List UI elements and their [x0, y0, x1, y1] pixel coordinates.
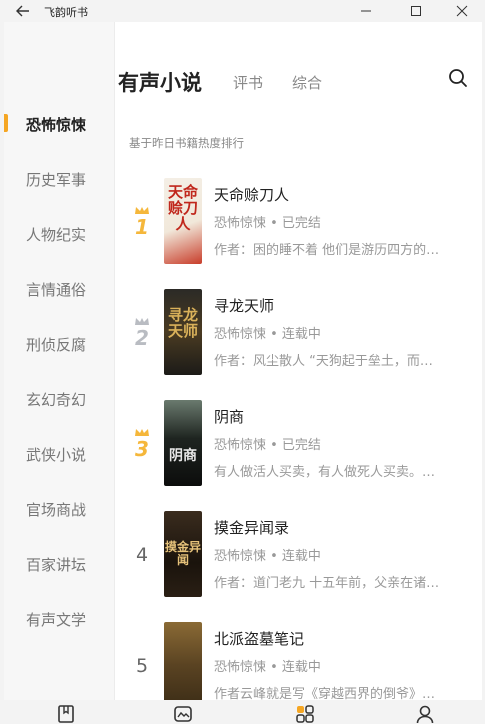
sidebar-item-literature[interactable]: 有声文学 [26, 609, 86, 630]
book-item-3[interactable]: 3 阴商 阴商 恐怖惊悚 • 已完结 有人做活人买卖，有人做死人买卖。… [114, 400, 482, 510]
book-meta: 恐怖惊悚 • 连载中 [214, 660, 321, 675]
app-window: 恐怖惊悚 历史军事 人物纪实 言情通俗 刑侦反腐 玄幻奇幻 武侠小说 官场商战 … [4, 22, 482, 700]
sidebar-item-lecture-room[interactable]: 百家讲坛 [26, 554, 86, 575]
sidebar-item-romance[interactable]: 言情通俗 [26, 279, 86, 300]
cover-title: 阴商 [169, 448, 197, 464]
book-meta: 恐怖惊悚 • 已完结 [214, 216, 321, 231]
book-title: 摸金异闻录 [214, 519, 290, 537]
profile-icon[interactable] [415, 704, 435, 724]
book-cover[interactable]: 天命赊刀人 [164, 178, 202, 264]
sidebar-item-crime[interactable]: 刑侦反腐 [26, 334, 86, 355]
rank-badge: 5 [128, 656, 156, 676]
sidebar-item-biography[interactable]: 人物纪实 [26, 224, 86, 245]
book-description: 作者：困的睡不着 他们是游历四方的… [214, 243, 440, 258]
search-icon[interactable] [448, 68, 468, 88]
rank-badge: 4 [128, 545, 156, 565]
category-grid-icon[interactable] [295, 704, 315, 724]
book-cover[interactable]: 阴商 [164, 400, 202, 486]
bookshelf-icon[interactable] [56, 704, 76, 724]
sidebar-item-officialdom[interactable]: 官场商战 [26, 499, 86, 520]
book-meta: 恐怖惊悚 • 连载中 [214, 549, 321, 564]
rank-badge: 1 [128, 206, 156, 237]
silver-crown-icon [135, 318, 149, 325]
title-bar: 飞韵听书 [0, 0, 485, 22]
rank-badge: 3 [128, 428, 156, 459]
book-meta: 恐怖惊悚 • 已完结 [214, 438, 321, 453]
book-cover[interactable]: 摸金异闻 [164, 511, 202, 597]
book-item-4[interactable]: 4 摸金异闻 摸金异闻录 恐怖惊悚 • 连载中 作者：道门老九 十五年前，父亲在… [114, 511, 482, 621]
close-button[interactable] [442, 0, 482, 22]
rank-number: 5 [135, 655, 149, 677]
cover-title: 寻龙天师 [167, 306, 198, 340]
gold-crown-icon [135, 207, 149, 214]
book-item-1[interactable]: 1 天命赊刀人 天命赊刀人 恐怖惊悚 • 已完结 作者：困的睡不着 他们是游历四… [114, 178, 482, 288]
book-item-5[interactable]: 5 北派盗墓笔记 恐怖惊悚 • 连载中 作者云峰就是写《穿越西界的倒爷》… [114, 622, 482, 700]
cover-title: 摸金异闻 [164, 540, 201, 567]
book-title: 北派盗墓笔记 [214, 630, 305, 648]
sidebar-item-history-military[interactable]: 历史军事 [26, 169, 86, 190]
sidebar-item-wuxia[interactable]: 武侠小说 [26, 444, 86, 465]
ranking-hint: 基于昨日书籍热度排行 [129, 136, 244, 150]
book-title: 天命赊刀人 [214, 186, 290, 204]
window-title: 飞韵听书 [44, 6, 88, 19]
active-category-marker [4, 114, 8, 132]
book-meta: 恐怖惊悚 • 连载中 [214, 327, 321, 342]
minimize-button[interactable] [346, 0, 386, 22]
close-icon [456, 5, 468, 17]
maximize-button[interactable] [396, 0, 436, 22]
sidebar-item-horror[interactable]: 恐怖惊悚 [26, 114, 86, 135]
book-description: 作者：道门老九 十五年前，父亲在诸… [214, 576, 440, 591]
cover-title: 天命赊刀人 [167, 183, 198, 233]
rank-number: 1 [135, 215, 149, 239]
book-description: 作者：风尘散人 “天狗起于垒土，而… [214, 354, 433, 369]
rank-number: 3 [135, 437, 149, 461]
tab-general[interactable]: 综合 [292, 72, 322, 93]
bottom-nav [0, 700, 485, 724]
rank-number: 2 [135, 326, 149, 350]
sidebar-item-fantasy[interactable]: 玄幻奇幻 [26, 389, 86, 410]
discover-icon[interactable] [173, 704, 193, 724]
book-title: 寻龙天师 [214, 297, 275, 315]
rank-badge: 2 [128, 317, 156, 348]
book-description: 有人做活人买卖，有人做死人买卖。… [214, 465, 436, 480]
book-cover[interactable]: 寻龙天师 [164, 289, 202, 375]
tab-pingshu[interactable]: 评书 [233, 72, 263, 93]
rank-number: 4 [135, 544, 149, 566]
maximize-icon [411, 6, 421, 16]
book-cover[interactable] [164, 622, 202, 700]
back-arrow-icon[interactable] [14, 2, 32, 20]
minimize-icon [361, 10, 371, 12]
book-title: 阴商 [214, 408, 245, 426]
tab-audio-novel[interactable]: 有声小说 [118, 67, 202, 97]
book-item-2[interactable]: 2 寻龙天师 寻龙天师 恐怖惊悚 • 连载中 作者：风尘散人 “天狗起于垒土，而… [114, 289, 482, 399]
bronze-crown-icon [135, 429, 149, 436]
book-description: 作者云峰就是写《穿越西界的倒爷》… [214, 687, 436, 700]
category-sidebar: 恐怖惊悚 历史军事 人物纪实 言情通俗 刑侦反腐 玄幻奇幻 武侠小说 官场商战 … [4, 22, 115, 700]
